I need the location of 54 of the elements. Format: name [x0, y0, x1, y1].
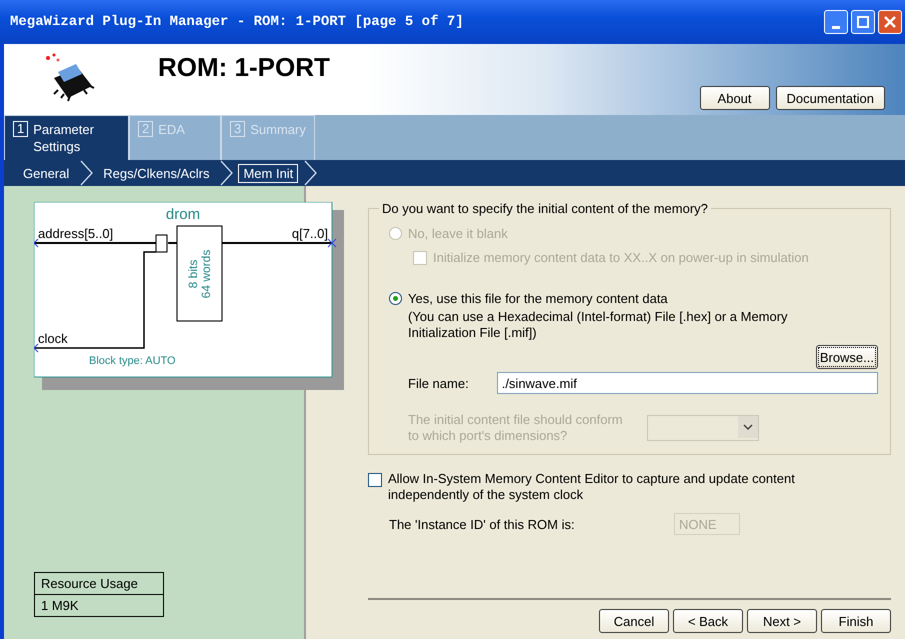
group-title: Do you want to specify the initial content of the memory?: [381, 201, 709, 216]
breadcrumb-item[interactable]: Mem Init: [238, 164, 298, 182]
tab-label: Summary: [250, 121, 306, 138]
port-label: q[7..0]: [292, 226, 328, 241]
port-label: address[5..0]: [38, 226, 114, 241]
chevron-icon: [78, 160, 94, 186]
table-cell-text: 1 M9K: [40, 597, 80, 615]
tab-number: 2: [138, 121, 154, 137]
block-words: 64 words: [199, 250, 213, 298]
radio-label: No, leave it blank: [408, 226, 508, 241]
finish-button[interactable]: Finish: [821, 609, 891, 633]
port-question: The initial content file should conform to which port's dimensions?: [408, 412, 623, 444]
cancel-button[interactable]: Cancel: [599, 609, 669, 633]
pin-icon: [34, 238, 38, 248]
block-name: drom: [166, 206, 200, 223]
tab-label: EDA: [158, 121, 185, 138]
tab-number: 3: [230, 121, 246, 137]
maximize-icon: [857, 16, 869, 28]
documentation-button[interactable]: Documentation: [776, 86, 885, 110]
hint-text: (You can use a Hexadecimal (Intel-format) File [.hex] or a Memory Initialization File [.mif]): [408, 309, 789, 341]
about-button[interactable]: About: [700, 86, 770, 110]
block-type: Block type: AUTO: [89, 355, 176, 367]
port-label: clock: [38, 331, 68, 346]
radio-label: Yes, use this file for the memory content data: [408, 291, 668, 306]
field-label: File name:: [408, 376, 469, 390]
breadcrumb-item[interactable]: Regs/Clkens/Aclrs: [98, 164, 214, 182]
pin-icon: [34, 344, 38, 352]
maximize-button[interactable]: [851, 10, 875, 34]
next-button[interactable]: Next >: [747, 609, 817, 633]
radio-button[interactable]: [389, 292, 402, 305]
checkbox-label: Initialize memory content data to XX..X on power-up in simulation: [433, 250, 809, 265]
table-header: Resource Usage: [35, 573, 163, 595]
minimize-button[interactable]: [824, 10, 848, 34]
instance-id-field: NONE: [674, 513, 740, 535]
instance-label: The 'Instance ID' of this ROM is:: [389, 516, 576, 532]
close-button[interactable]: [878, 10, 902, 34]
checkbox[interactable]: [368, 473, 382, 487]
tab-label: Parameter Settings: [33, 121, 95, 155]
wizard-tab[interactable]: 1 Parameter Settings: [4, 115, 129, 160]
register: [156, 234, 168, 252]
pin-icon: [328, 238, 336, 248]
chevron-icon: [302, 160, 318, 186]
close-icon: [884, 16, 896, 28]
window-title: MegaWizard Plug-In Manager - ROM: 1-PORT [page 5 of 7]: [10, 14, 465, 30]
browse-button[interactable]: Browse...: [816, 345, 878, 369]
block-bits: 8 bits: [186, 260, 200, 288]
page-title: ROM: 1-PORT: [158, 52, 331, 84]
checkbox-label: Allow In-System Memory Content Editor to capture and update content independently of the system clock: [388, 471, 795, 503]
minimize-icon: [832, 26, 840, 28]
chevron-icon: [218, 160, 234, 186]
tab-number: 1: [13, 121, 28, 137]
back-button[interactable]: < Back: [673, 609, 743, 633]
breadcrumb-item[interactable]: General: [18, 164, 74, 182]
file-name-field[interactable]: ./sinwave.mif: [496, 372, 878, 394]
